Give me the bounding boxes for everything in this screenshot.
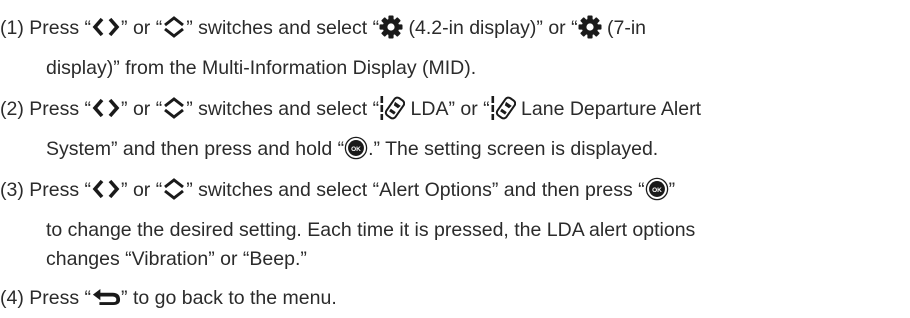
up-down-arrows-icon [162, 97, 186, 119]
step-1-text-line2: display)” from the Multi-Information Dis… [46, 57, 477, 79]
step-1-text-b: ” or “ [121, 17, 163, 39]
step-3-text-c: ” switches and select “Alert Options” an… [186, 179, 645, 201]
lane-departure-icon [490, 95, 516, 121]
ok-button-icon: OK [645, 177, 669, 201]
ok-label: OK [652, 187, 662, 194]
back-arrow-icon [91, 287, 121, 306]
lane-departure-icon [379, 95, 405, 121]
step-3-text-line3: changes “Vibration” or “Beep.” [46, 248, 307, 270]
instruction-document: (1) Press “ ” or “ ” switches and select “… [0, 0, 910, 318]
step-1-text-e: (7-in [601, 17, 647, 39]
step-2-line2-text-b: .” The setting screen is displayed. [368, 138, 659, 160]
step-1-text-d: (4.2-in display)” or “ [403, 17, 578, 39]
ok-label: OK [351, 146, 361, 153]
step-4-number: (4) [0, 287, 24, 309]
step-2-text-a: Press “ [29, 98, 92, 120]
left-right-arrows-icon [91, 179, 121, 199]
step-1: (1) Press “ ” or “ ” switches and select “… [0, 15, 646, 41]
up-down-arrows-icon [162, 178, 186, 200]
step-2-text-d: LDA” or “ [405, 98, 490, 120]
step-2-text-e: Lane Departure Alert [515, 98, 701, 120]
step-3-text-b: ” or “ [121, 179, 163, 201]
step-3-number: (3) [0, 179, 24, 201]
step-2-continuation: System” and then press and hold “ OK .” Th… [46, 136, 658, 162]
ok-button-icon: OK [344, 136, 368, 160]
step-3-text-d: ” [668, 179, 676, 201]
step-3-continuation-2: changes “Vibration” or “Beep.” [46, 246, 307, 272]
step-3-text-a: Press “ [29, 179, 92, 201]
step-1-text-c: ” switches and select “ [186, 17, 380, 39]
step-4-text-b: ” to go back to the menu. [121, 287, 337, 309]
left-right-arrows-icon [91, 17, 121, 37]
gear-icon [578, 15, 602, 39]
step-2: (2) Press “ ” or “ ” switches and select “… [0, 96, 701, 123]
step-3-continuation: to change the desired setting. Each time… [46, 217, 695, 243]
step-1-number: (1) [0, 17, 24, 39]
left-right-arrows-icon [91, 98, 121, 118]
up-down-arrows-icon [162, 16, 186, 38]
step-1-text-a: Press “ [29, 17, 92, 39]
step-2-text-c: ” switches and select “ [186, 98, 380, 120]
step-1-continuation: display)” from the Multi-Information Dis… [46, 55, 476, 81]
step-3: (3) Press “ ” or “ ” switches and select “… [0, 177, 675, 203]
step-2-text-b: ” or “ [121, 98, 163, 120]
gear-icon [379, 15, 403, 39]
step-4: (4) Press “ ” to go back to the menu. [0, 285, 337, 311]
step-3-text-line2: to change the desired setting. Each time… [46, 219, 696, 241]
step-2-number: (2) [0, 98, 24, 120]
step-2-line2-text-a: System” and then press and hold “ [46, 138, 345, 160]
step-4-text-a: Press “ [29, 287, 92, 309]
